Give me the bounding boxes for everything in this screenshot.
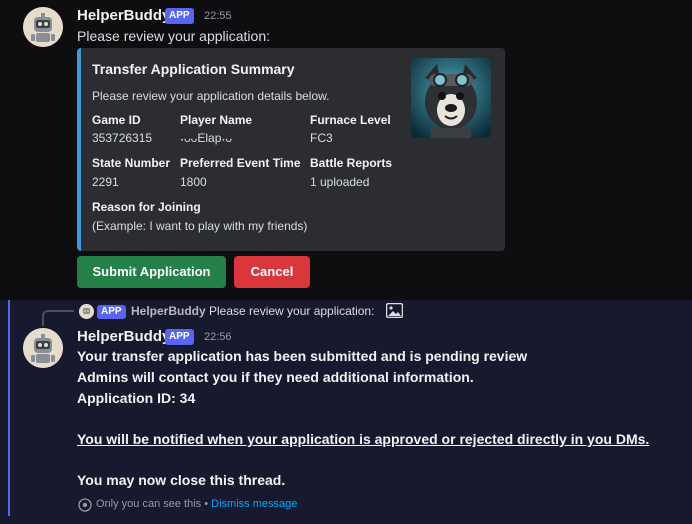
field-value-state-number: 2291 [92, 175, 119, 189]
ephemeral-footer: Only you can see this • Dismiss message [96, 498, 297, 510]
cancel-button[interactable]: Cancel [234, 256, 310, 288]
embed-title: Transfer Application Summary [92, 61, 295, 77]
visibility-notice: Only you can see this • [96, 498, 212, 510]
notification-notice: You will be notified when your applicati… [77, 431, 650, 447]
field-name-furnace-level: Furnace Level [310, 113, 391, 127]
field-value-reason-for-joining: (Example: I want to play with my friends… [92, 219, 308, 233]
field-value-preferred-event-time: 1800 [180, 175, 207, 189]
application-id: Application ID: 34 [77, 390, 196, 406]
embed-thumbnail[interactable] [411, 58, 491, 138]
submit-application-button[interactable]: Submit Application [77, 256, 226, 288]
username-2[interactable]: HelperBuddy [77, 328, 170, 345]
status-line-submitted: Your transfer application has been submi… [77, 348, 528, 364]
timestamp: 22:55 [204, 10, 232, 22]
reply-preview-text[interactable]: Please review your application: [209, 304, 374, 318]
status-line-admins: Admins will contact you if they need add… [77, 369, 474, 385]
application-summary-embed: Transfer Application Summary Please revi… [77, 48, 505, 251]
reply-username[interactable]: HelperBuddy [131, 304, 206, 318]
field-name-reason-for-joining: Reason for Joining [92, 200, 201, 214]
field-value-battle-reports: 1 uploaded [310, 175, 370, 189]
embed-description: Please review your application details b… [92, 89, 330, 103]
ephemeral-highlight-bar [8, 300, 10, 516]
bot-avatar-2[interactable] [23, 328, 63, 368]
field-value-player-name: ˖ᴗᴗElap˖ᴗ [180, 131, 233, 145]
reply-connector [42, 310, 74, 326]
field-name-state-number: State Number [92, 156, 171, 170]
closing-line: You may now close this thread. [77, 472, 286, 488]
eye-icon [78, 498, 92, 512]
username[interactable]: HelperBuddy [77, 7, 170, 24]
dismiss-message-link[interactable]: Dismiss message [211, 498, 297, 510]
field-name-battle-reports: Battle Reports [310, 156, 393, 170]
field-name-preferred-event-time: Preferred Event Time [180, 156, 301, 170]
image-icon [385, 302, 404, 319]
bot-avatar[interactable] [23, 7, 63, 47]
field-name-game-id: Game ID [92, 113, 141, 127]
app-badge: APP [165, 8, 194, 24]
app-badge-2: APP [165, 329, 194, 345]
field-value-game-id: 353726315 [92, 131, 153, 145]
reply-app-badge: APP [97, 305, 126, 319]
field-value-furnace-level: FC3 [310, 131, 333, 145]
field-name-player-name: Player Name [180, 113, 253, 127]
timestamp-2: 22:56 [204, 331, 232, 343]
reply-avatar[interactable] [79, 304, 94, 319]
message-text: Please review your application: [77, 28, 270, 44]
